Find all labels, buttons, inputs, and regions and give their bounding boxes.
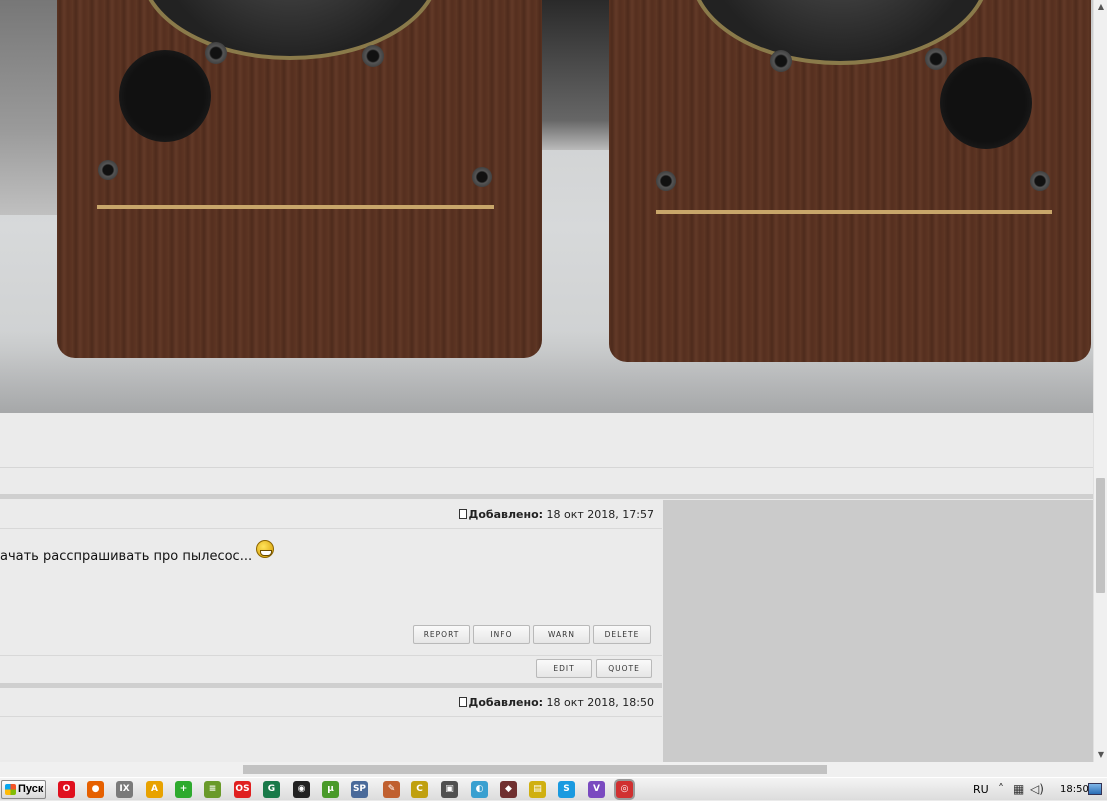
vertical-scroll-thumb[interactable]: [1096, 478, 1105, 593]
windows-logo-icon: [5, 784, 16, 795]
horizontal-scroll-thumb[interactable]: [243, 765, 827, 774]
start-button[interactable]: Пуск: [1, 780, 46, 799]
bass-port-right: [940, 57, 1032, 149]
edit-button[interactable]: EDIT: [536, 659, 592, 678]
divider: [0, 467, 1093, 468]
viber-icon[interactable]: V: [588, 781, 605, 798]
volume-icon[interactable]: ◁): [1030, 783, 1044, 795]
start-label: Пуск: [18, 783, 44, 795]
screw-hole: [472, 167, 492, 187]
clock[interactable]: 18:50: [1060, 784, 1089, 795]
show-desktop-icon[interactable]: [1088, 783, 1102, 795]
avast-icon[interactable]: A: [146, 781, 163, 798]
post-header: Добавлено: 18 окт 2018, 18:50: [0, 689, 662, 717]
windows-taskbar: Пуск O ● IX A + ≡ OS G ◉ μ SP ✎ C ▣ ◐ ◆ ▤ S V ◎ RU ˄ ▦ ◁) 1…: [0, 777, 1107, 800]
page-viewport: Добавлено: 18 окт 2018, 17:57 ачать расс…: [0, 0, 1093, 762]
scroll-up-arrow-icon[interactable]: ▲: [1096, 2, 1106, 12]
ccleaner-icon[interactable]: C: [411, 781, 428, 798]
screw-hole: [925, 48, 947, 70]
trim-strip-left: [97, 205, 494, 209]
paint-icon[interactable]: ✎: [383, 781, 400, 798]
network-icon[interactable]: ▦: [1013, 783, 1024, 795]
post-date: Добавлено: 18 окт 2018, 17:57: [458, 508, 654, 521]
date-label: Добавлено:: [468, 696, 544, 709]
post-link-icon[interactable]: [458, 697, 467, 707]
date-label: Добавлено:: [468, 508, 544, 521]
date-value: 18 окт 2018, 18:50: [546, 696, 654, 709]
ok-icon[interactable]: OS: [234, 781, 251, 798]
skype-icon[interactable]: S: [558, 781, 575, 798]
photo-background-left: [0, 0, 60, 215]
scrollbar-corner: [1093, 762, 1107, 777]
screw-hole: [1030, 171, 1050, 191]
printer-icon[interactable]: ▣: [441, 781, 458, 798]
info-button[interactable]: INFO: [473, 625, 530, 644]
screw-hole: [656, 171, 676, 191]
quote-button[interactable]: QUOTE: [596, 659, 652, 678]
horizontal-scrollbar[interactable]: [0, 762, 1093, 777]
opera-icon[interactable]: O: [58, 781, 75, 798]
bass-port-left: [119, 50, 211, 142]
ie-icon[interactable]: IX: [116, 781, 133, 798]
sp-icon[interactable]: SP: [351, 781, 368, 798]
stack-icon[interactable]: ≡: [204, 781, 221, 798]
language-indicator[interactable]: RU: [973, 783, 989, 796]
screw-hole: [770, 50, 792, 72]
show-hidden-icons-icon[interactable]: ˄: [998, 783, 1004, 795]
utorrent-icon[interactable]: μ: [322, 781, 339, 798]
post-link-icon[interactable]: [458, 509, 467, 519]
firefox-icon[interactable]: ●: [87, 781, 104, 798]
grin-smiley-icon: [256, 540, 275, 558]
report-button[interactable]: REPORT: [413, 625, 470, 644]
post-body: ачать расспрашивать про пылесос...: [0, 540, 275, 564]
photo-background-gap: [542, 0, 612, 150]
system-tray: RU ˄ ▦ ◁) 18:50: [968, 778, 1107, 801]
eye-icon[interactable]: ◉: [293, 781, 310, 798]
plus-icon[interactable]: +: [175, 781, 192, 798]
screw-hole: [362, 45, 384, 67]
warn-button[interactable]: WARN: [533, 625, 590, 644]
post-sidebar-panel: [663, 500, 1093, 762]
delete-button[interactable]: DELETE: [593, 625, 651, 644]
date-value: 18 окт 2018, 17:57: [546, 508, 654, 521]
post-header: Добавлено: 18 окт 2018, 17:57: [0, 501, 662, 529]
trim-strip-right: [656, 210, 1052, 214]
post-separator: [0, 683, 662, 688]
post-separator: [0, 494, 1093, 499]
speakers-photo: [0, 0, 1093, 413]
scroll-down-arrow-icon[interactable]: ▼: [1096, 750, 1106, 760]
vertical-scrollbar[interactable]: ▲ ▼: [1093, 0, 1107, 762]
screw-hole: [205, 42, 227, 64]
diamond-icon[interactable]: ◆: [500, 781, 517, 798]
post-message-text: ачать расспрашивать про пылесос...: [0, 549, 253, 564]
screw-hole: [98, 160, 118, 180]
chrome-icon[interactable]: ◎: [616, 781, 633, 798]
app-icon[interactable]: G: [263, 781, 280, 798]
sync-icon[interactable]: ◐: [471, 781, 488, 798]
post-date: Добавлено: 18 окт 2018, 18:50: [458, 696, 654, 709]
notes-icon[interactable]: ▤: [529, 781, 546, 798]
post-footer-divider: [0, 655, 662, 656]
